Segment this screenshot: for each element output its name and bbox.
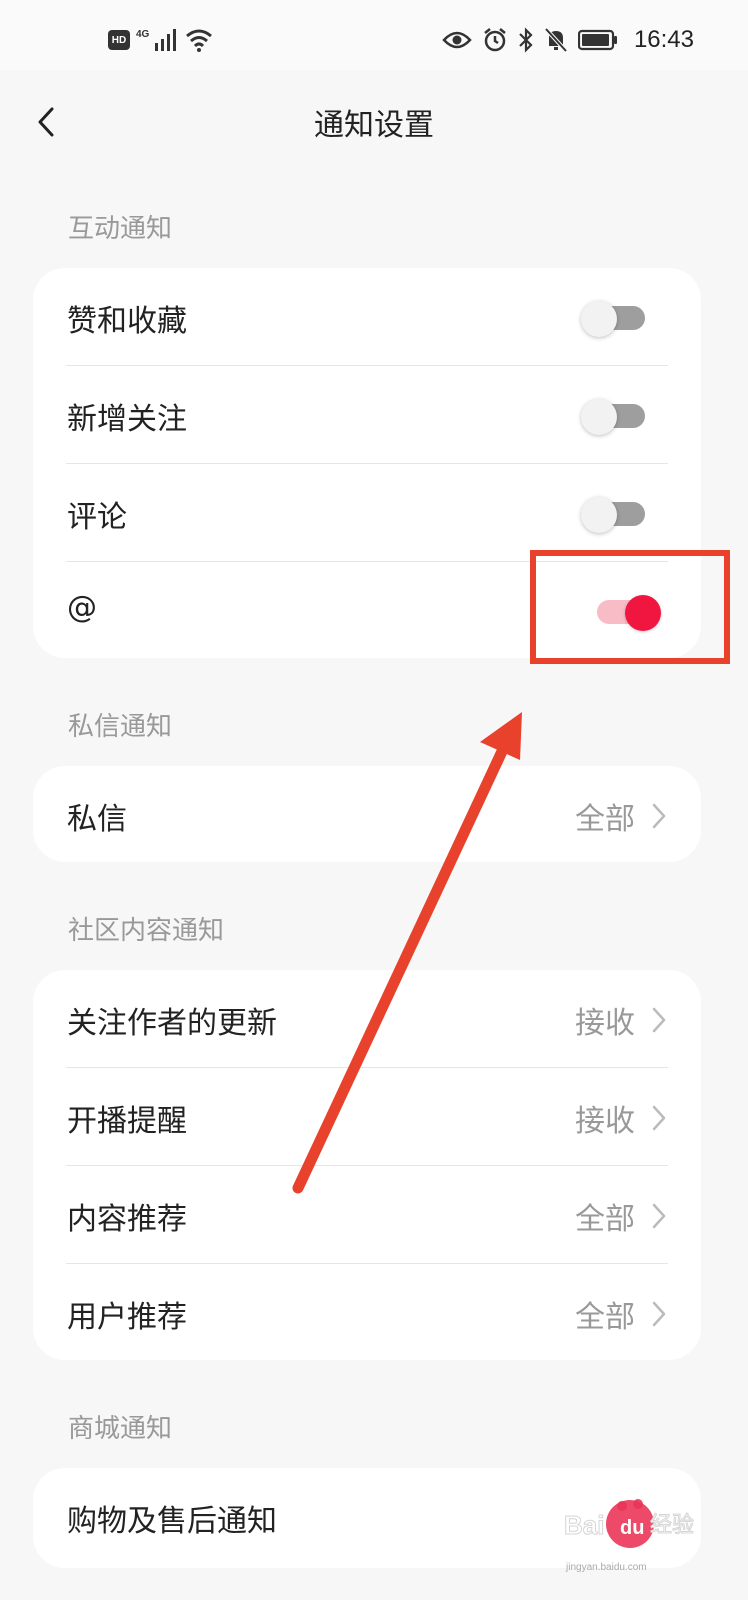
- chevron-right-icon: [652, 803, 666, 829]
- row-value: 接收: [575, 1104, 635, 1139]
- section-label-mall: 商城通知: [68, 1414, 173, 1444]
- watermark-url: jingyan.baidu.com: [566, 1562, 647, 1573]
- row-label: 开播提醒: [67, 1104, 187, 1139]
- section-label-private-message: 私信通知: [68, 712, 173, 742]
- private-message-card: 私信 全部: [33, 766, 701, 862]
- network-type: 4G: [136, 28, 150, 40]
- likes-toggle[interactable]: [581, 301, 645, 337]
- chevron-right-icon: [652, 1301, 666, 1327]
- row-value: 接收: [575, 1006, 635, 1041]
- chevron-right-icon: [652, 1203, 666, 1229]
- row-label: 赞和收藏: [67, 304, 187, 339]
- row-value: 全部: [575, 1202, 635, 1237]
- hd-badge: HD: [108, 30, 130, 50]
- setting-row-private-message[interactable]: 私信 全部: [33, 766, 701, 864]
- toggle-knob: [581, 399, 617, 435]
- svg-text:经验: 经验: [650, 1513, 694, 1538]
- annotation-highlight-box: [530, 550, 730, 664]
- nav-header: 通知设置: [0, 70, 748, 170]
- chevron-right-icon: [652, 1105, 666, 1131]
- battery-icon: [577, 29, 617, 51]
- status-right: 16:43: [442, 26, 694, 54]
- row-label: 关注作者的更新: [67, 1006, 277, 1041]
- setting-row-content-recommend[interactable]: 内容推荐 全部: [33, 1166, 701, 1264]
- bell-muted-icon: [544, 27, 568, 53]
- row-value: 全部: [575, 802, 635, 837]
- row-label: 购物及售后通知: [67, 1504, 277, 1539]
- toggle-knob: [581, 301, 617, 337]
- setting-row-live-reminder[interactable]: 开播提醒 接收: [33, 1068, 701, 1166]
- status-left: HD 4G: [108, 28, 213, 52]
- alarm-icon: [484, 28, 506, 52]
- page-title: 通知设置: [314, 108, 434, 143]
- status-time: 16:43: [633, 26, 694, 53]
- comments-toggle[interactable]: [581, 497, 645, 533]
- community-card: 关注作者的更新 接收 开播提醒 接收 内容推荐 全部 用户推荐 全部: [33, 970, 701, 1360]
- setting-row-author-updates[interactable]: 关注作者的更新 接收: [33, 970, 701, 1068]
- new-follow-toggle[interactable]: [581, 399, 645, 435]
- toggle-knob: [581, 497, 617, 533]
- row-label: 用户推荐: [67, 1300, 187, 1335]
- row-label: 评论: [67, 500, 127, 535]
- chevron-right-icon: [652, 1007, 666, 1033]
- baidu-jingyan-watermark-logo: Bai du 经验: [564, 1499, 695, 1548]
- row-label: 新增关注: [67, 402, 187, 437]
- wifi-icon: [186, 29, 213, 52]
- svg-text:Bai: Bai: [564, 1510, 604, 1540]
- row-label: @: [67, 590, 97, 625]
- setting-row-new-follow: 新增关注: [33, 366, 701, 464]
- eye-icon: [442, 31, 472, 49]
- row-value: 全部: [575, 1300, 635, 1335]
- setting-row-comments: 评论: [33, 464, 701, 562]
- setting-row-likes: 赞和收藏: [33, 268, 701, 366]
- section-label-interaction: 互动通知: [68, 214, 173, 244]
- row-label: 内容推荐: [67, 1202, 187, 1237]
- bluetooth-icon: [519, 27, 533, 53]
- section-label-community: 社区内容通知: [68, 916, 225, 946]
- status-bar: HD 4G 16:43: [0, 0, 748, 70]
- signal-icon: [155, 29, 177, 51]
- row-label: 私信: [67, 802, 127, 837]
- setting-row-user-recommend[interactable]: 用户推荐 全部: [33, 1264, 701, 1362]
- svg-text:du: du: [620, 1517, 644, 1539]
